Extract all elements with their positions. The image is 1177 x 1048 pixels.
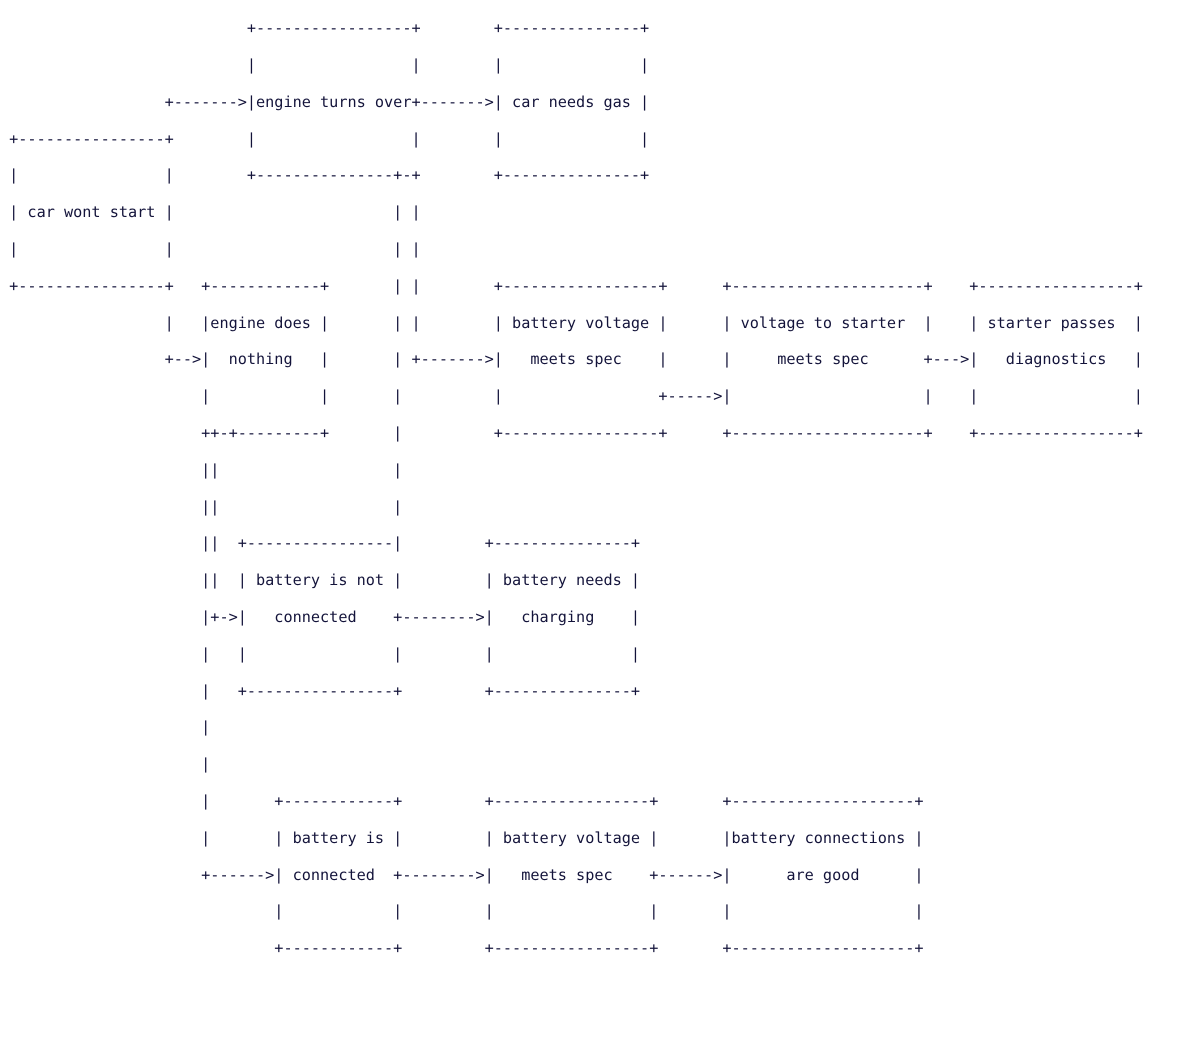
art-row: | +------------+ +-----------------+ +--… [0,791,924,810]
art-row: | +----------------+ +---------------+ [0,681,641,700]
art-row [0,1013,1177,1031]
art-row: | | | | +----->| | | | [0,387,1143,406]
art-row: || | battery is not | | battery needs | [0,571,641,590]
art-row: +------------+ +-----------------+ +----… [0,939,924,958]
ascii-flowchart-canvas: +-----------------+ +---------------+ | … [0,15,1177,957]
art-row: +-->| nothing | | +------->| meets spec … [0,350,1143,369]
art-row: | | +---------------+-+ +---------------… [0,166,650,185]
art-row: | | | | [0,55,650,74]
art-row: | | | | | [0,644,641,663]
art-row: | car wont start | | | [0,203,421,222]
art-row: | | | | | | [0,902,924,921]
art-row: |+->| connected +-------->| charging | [0,607,641,626]
art-row: ++-+---------+ | +-----------------+ +--… [0,423,1143,442]
art-row: | | | | [0,239,421,258]
art-row: || | [0,497,403,516]
art-row: | [0,755,211,774]
art-row: || | [0,460,403,479]
art-row: +----------------+ +------------+ | | +-… [0,276,1143,295]
art-row: +------->|engine turns over+------->| ca… [0,92,650,111]
art-row: +----------------+ | | | | [0,129,650,148]
art-row: | | battery is | | battery voltage | |ba… [0,828,924,847]
art-row: +------>| connected +-------->| meets sp… [0,865,924,884]
art-row: +-----------------+ +---------------+ [0,19,650,38]
art-row [0,976,1177,994]
art-row: || +----------------| +---------------+ [0,534,641,553]
art-row: | |engine does | | | | battery voltage |… [0,313,1143,332]
art-row: | [0,718,211,737]
